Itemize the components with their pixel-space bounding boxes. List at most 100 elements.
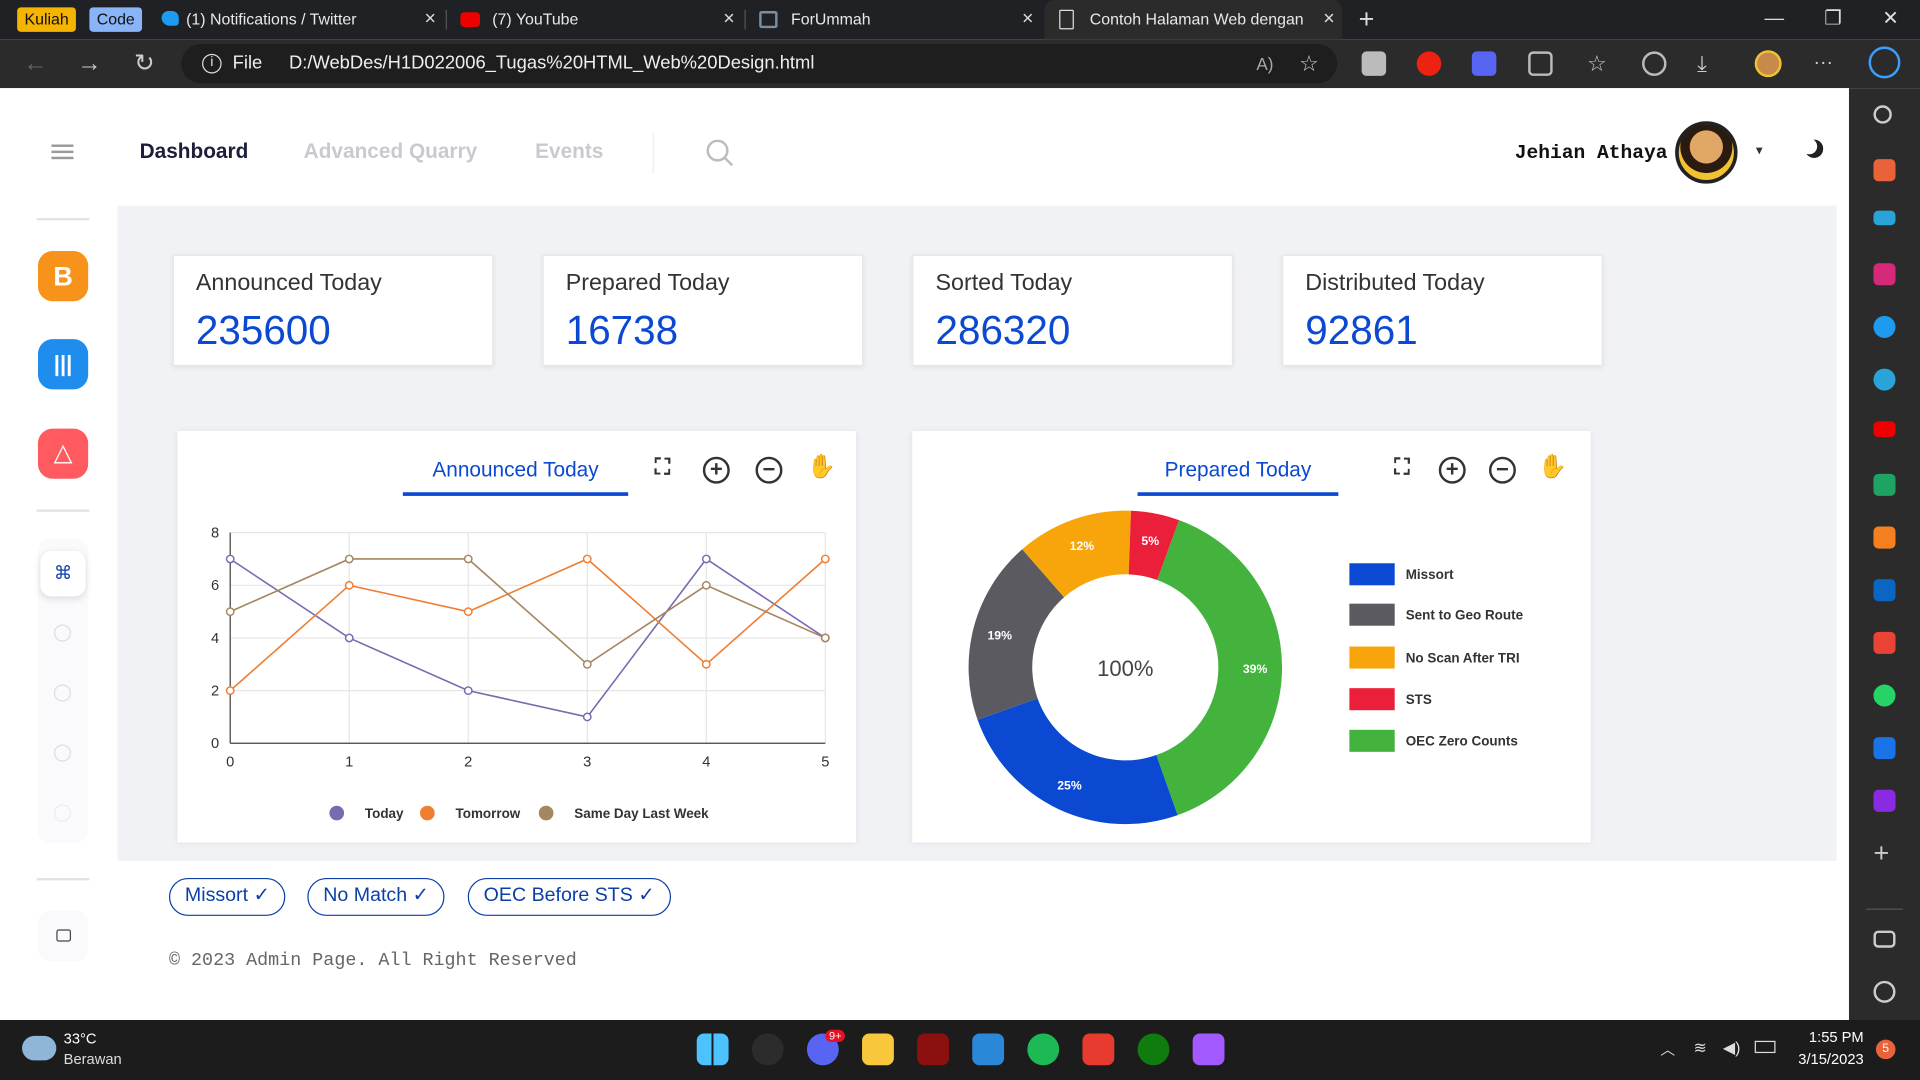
nav-dashboard[interactable]: Dashboard — [140, 140, 249, 164]
intercom-icon[interactable]: ||| — [37, 339, 89, 390]
outlook-icon[interactable] — [1873, 579, 1896, 602]
bitcoin-icon[interactable]: B — [37, 251, 89, 302]
start-icon[interactable] — [696, 1033, 729, 1066]
volume-icon[interactable]: ◀) — [1723, 1038, 1741, 1058]
tab-group-code[interactable]: Code — [89, 7, 143, 32]
notepad-icon[interactable] — [972, 1033, 1005, 1066]
tab-label: (1) Notifications / Twitter — [186, 9, 357, 29]
app-icon[interactable] — [917, 1033, 949, 1066]
chip-no-match[interactable]: No Match ✓ — [307, 877, 445, 916]
data-point — [463, 554, 473, 564]
legend-marker — [420, 805, 435, 821]
close-window-button[interactable]: ✕ — [1862, 0, 1918, 39]
stat-card-prepared: Prepared Today 16738 — [542, 254, 864, 367]
bing-icon[interactable] — [1868, 46, 1901, 79]
notification-badge[interactable]: 5 — [1875, 1039, 1896, 1060]
clock-time[interactable]: 1:55 PM — [1793, 1029, 1864, 1046]
avatar[interactable] — [1675, 121, 1738, 184]
favorites-icon[interactable]: ☆ — [1587, 51, 1611, 75]
gmail-icon[interactable] — [1873, 631, 1896, 654]
ext-stop-icon[interactable] — [1416, 51, 1442, 76]
send-icon[interactable] — [1873, 210, 1896, 226]
search-icon[interactable] — [1873, 105, 1892, 124]
history-icon[interactable] — [1642, 51, 1667, 76]
legend-marker — [538, 805, 554, 821]
discord-badge: 9+ — [825, 1029, 846, 1043]
tab-group-kuliah[interactable]: Kuliah — [17, 7, 77, 32]
legend-label: Missort — [1406, 567, 1454, 582]
edge-icon[interactable] — [751, 1033, 784, 1066]
twitter-icon[interactable] — [1873, 315, 1896, 338]
profile-icon[interactable] — [1754, 50, 1782, 78]
whatsapp-icon[interactable] — [1873, 684, 1896, 707]
search-icon[interactable] — [704, 137, 736, 169]
url-scheme: File — [232, 52, 263, 74]
clock-date[interactable]: 3/15/2023 — [1785, 1051, 1863, 1068]
sidebar-toggle-icon[interactable] — [1873, 930, 1896, 948]
wps-icon[interactable] — [1082, 1033, 1115, 1066]
file-explorer-icon[interactable] — [862, 1033, 894, 1066]
more-icon[interactable]: ··· — [1813, 51, 1837, 75]
legend-label: Tomorrow — [456, 806, 521, 821]
clock-icon[interactable] — [53, 684, 72, 702]
loader-icon[interactable] — [53, 804, 72, 822]
url-text: D:/WebDes/H1D022006_Tugas%20HTML_Web%20D… — [288, 52, 815, 74]
close-tab-icon[interactable]: × — [1323, 0, 1334, 39]
favorite-icon[interactable]: ☆ — [1299, 44, 1319, 83]
minimize-button[interactable]: — — [1746, 0, 1802, 39]
tab-twitter[interactable]: (1) Notifications / Twitter × — [154, 0, 443, 39]
tab-youtube[interactable]: (7) YouTube × — [453, 0, 742, 39]
picsart-icon[interactable] — [1873, 789, 1896, 812]
read-aloud-icon[interactable]: A) — [1256, 44, 1273, 83]
tab-active-page[interactable]: Contoh Halaman Web dengan Ta × — [1044, 0, 1343, 40]
tab-label: ForUmmah — [791, 9, 871, 29]
chat-button[interactable] — [37, 911, 89, 962]
url-field[interactable]: i File D:/WebDes/H1D022006_Tugas%20HTML_… — [181, 44, 1338, 84]
close-tab-icon[interactable]: × — [1022, 0, 1033, 39]
download-icon[interactable]: ⤓ — [1697, 51, 1721, 75]
globe-icon[interactable] — [53, 744, 72, 762]
reload-button[interactable]: ↻ — [129, 49, 161, 78]
telegram-icon[interactable] — [1873, 368, 1896, 391]
command-icon[interactable]: ⌘ — [40, 551, 86, 597]
xbox-icon[interactable] — [1137, 1033, 1170, 1066]
donut-center-label: 100% — [1097, 656, 1153, 681]
dark-mode-icon[interactable] — [1805, 140, 1823, 158]
settings-icon[interactable] — [1873, 980, 1896, 1003]
chevron-down-icon[interactable]: ▾ — [1756, 142, 1763, 158]
nav-advanced-quarry[interactable]: Advanced Quarry — [304, 140, 478, 164]
ext-discord-icon[interactable] — [1471, 51, 1497, 76]
youtube-icon[interactable] — [1873, 421, 1896, 438]
tools-icon[interactable] — [1873, 159, 1896, 182]
figma-icon[interactable] — [1192, 1033, 1225, 1066]
airbnb-icon[interactable]: △ — [37, 428, 89, 479]
instagram-icon[interactable] — [1873, 263, 1896, 286]
pie-icon[interactable] — [53, 624, 72, 642]
back-button[interactable]: ← — [20, 49, 52, 78]
wifi-icon[interactable]: ≋ — [1693, 1038, 1706, 1058]
battery-icon[interactable] — [1754, 1040, 1776, 1054]
tab-forummah[interactable]: ForUmmah × — [752, 0, 1041, 39]
add-icon[interactable]: + — [1873, 839, 1895, 866]
screenshot-icon[interactable] — [1361, 51, 1387, 76]
new-tab-button[interactable]: + — [1352, 0, 1381, 39]
restore-button[interactable]: ❐ — [1805, 0, 1861, 39]
calendar-icon[interactable] — [1873, 737, 1896, 760]
y-tick-label: 4 — [211, 631, 219, 647]
stat-title: Distributed Today — [1305, 270, 1485, 297]
nav-events[interactable]: Events — [535, 140, 603, 164]
app-in-icon[interactable] — [1873, 526, 1896, 549]
close-tab-icon[interactable]: × — [424, 0, 435, 39]
footer: © 2023 Admin Page. All Right Reserved — [168, 950, 577, 972]
chip-oec-before-sts[interactable]: OEC Before STS ✓ — [467, 877, 671, 916]
close-tab-icon[interactable]: × — [723, 0, 734, 39]
forward-button[interactable]: → — [73, 49, 105, 78]
drive-icon[interactable] — [1873, 473, 1896, 496]
spotify-icon[interactable] — [1027, 1033, 1060, 1066]
extensions-icon[interactable] — [1528, 51, 1553, 76]
data-point — [463, 607, 473, 617]
chevron-up-icon[interactable]: ︿ — [1660, 1038, 1675, 1059]
stat-card-distributed: Distributed Today 92861 — [1282, 254, 1603, 367]
chip-missort[interactable]: Missort ✓ — [168, 877, 286, 916]
menu-icon[interactable] — [51, 144, 74, 147]
